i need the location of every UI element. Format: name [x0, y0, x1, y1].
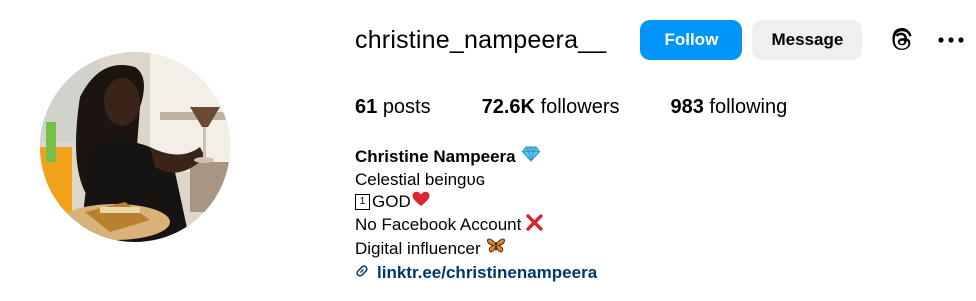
following-count: 983 — [670, 96, 704, 118]
diamond-icon — [521, 146, 540, 169]
bio-line-2: 1 GOD — [355, 191, 597, 214]
profile-header: christine_nampeera__ Follow Message — [355, 20, 966, 60]
following-stat[interactable]: 983 following — [670, 96, 787, 119]
display-name: Christine Nampeera — [355, 147, 516, 166]
cross-mark-icon — [526, 213, 544, 238]
bio-line-2-text: GOD — [372, 192, 411, 211]
bio-line-1: Celestial beingᴜɢ — [355, 169, 597, 192]
posts-stat: 61 posts — [355, 96, 431, 119]
bio-line-3-text: No Facebook Account — [355, 215, 522, 234]
message-button[interactable]: Message — [752, 20, 863, 60]
bio-link-text[interactable]: linktr.ee/christinenampeera — [377, 262, 597, 285]
follow-button[interactable]: Follow — [640, 20, 743, 60]
followers-stat[interactable]: 72.6K followers — [482, 96, 620, 119]
bio-line-1-text: Celestial beingᴜɢ — [355, 169, 486, 189]
username: christine_nampeera__ — [355, 25, 607, 54]
bio-line-4-text: Digital influencer — [355, 238, 481, 258]
posts-label: posts — [382, 96, 431, 118]
heart-icon — [412, 191, 430, 214]
bio-line-4: Digital influencer — [355, 237, 597, 261]
profile-stats: 61 posts 72.6K followers 983 following — [355, 96, 838, 119]
followers-count: 72.6K — [481, 96, 535, 118]
keycap-one-icon: 1 — [355, 194, 370, 211]
butterfly-icon — [486, 237, 506, 261]
bio-link[interactable]: linktr.ee/christinenampeera — [355, 262, 597, 285]
followers-label: followers — [540, 96, 620, 118]
profile-bio: Christine Nampeera Celestial beingᴜɢ 1 G… — [355, 146, 597, 284]
following-label: following — [709, 96, 788, 118]
link-icon — [355, 262, 369, 285]
display-name-row: Christine Nampeera — [355, 146, 597, 169]
profile-avatar[interactable] — [40, 52, 230, 242]
posts-count: 61 — [355, 96, 378, 118]
bio-line-3: No Facebook Account — [355, 213, 597, 238]
threads-icon[interactable] — [888, 26, 916, 54]
avatar-photo — [40, 52, 230, 242]
more-options-icon[interactable] — [936, 26, 966, 54]
